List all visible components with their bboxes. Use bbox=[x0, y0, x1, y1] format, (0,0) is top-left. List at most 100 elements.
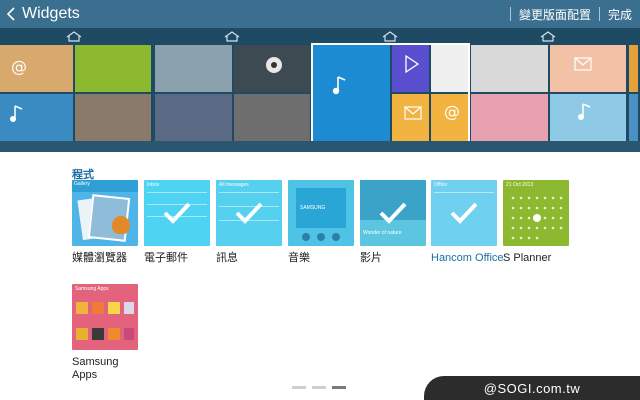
widget-video[interactable]: Wonder of nature 影片 bbox=[360, 180, 426, 265]
widget-label: Hancom Office bbox=[431, 252, 504, 264]
app-icon bbox=[108, 328, 120, 340]
mail-icon bbox=[573, 57, 592, 71]
page-indicator bbox=[292, 386, 346, 389]
widget-gallery[interactable]: Gallery 媒體瀏覽器 bbox=[72, 180, 138, 265]
widget-label: 電子郵件 bbox=[144, 252, 188, 264]
page-subrow: @ bbox=[391, 94, 468, 141]
widget-header: All messages bbox=[219, 182, 249, 188]
home-page-2[interactable] bbox=[155, 45, 310, 141]
page-dot[interactable] bbox=[292, 386, 306, 389]
divider bbox=[509, 7, 511, 21]
divider bbox=[147, 192, 207, 193]
widget-header: Gallery bbox=[74, 181, 90, 187]
widget-label: 影片 bbox=[360, 252, 382, 264]
widget-music[interactable]: SAMSUNG 音樂 bbox=[288, 180, 354, 265]
music-controls-icon bbox=[302, 233, 340, 241]
divider bbox=[219, 192, 279, 193]
divider bbox=[598, 7, 600, 21]
page-tile bbox=[233, 94, 310, 141]
widget-thumbnail: Wonder of nature bbox=[360, 180, 426, 246]
page-tile bbox=[471, 45, 548, 92]
widget-label: 媒體瀏覽器 bbox=[72, 252, 127, 264]
app-icon bbox=[124, 328, 134, 340]
page-tile bbox=[549, 45, 626, 92]
back-button[interactable] bbox=[2, 0, 20, 28]
page-tile bbox=[391, 94, 429, 141]
page-tile bbox=[391, 45, 429, 92]
home-icon[interactable] bbox=[540, 31, 556, 42]
page-dot[interactable] bbox=[312, 386, 326, 389]
email-icon: @ bbox=[444, 102, 460, 120]
strip-bottom-bar bbox=[0, 141, 640, 152]
svg-text:@: @ bbox=[11, 57, 27, 75]
widget-s-planner[interactable]: 21 Oct 2013 S Planner bbox=[503, 180, 569, 265]
page-tile bbox=[549, 94, 626, 141]
checkmark-icon bbox=[450, 202, 478, 224]
calendar-grid-icon bbox=[511, 196, 563, 240]
page-subgrid: @ bbox=[391, 45, 468, 141]
app-icon bbox=[76, 302, 88, 314]
widget-thumbnail: Samsung Apps bbox=[72, 284, 138, 350]
widget-header: Inbox bbox=[147, 182, 160, 188]
page-tile bbox=[0, 94, 73, 141]
svg-text:@: @ bbox=[444, 102, 460, 120]
home-page-1[interactable]: @ bbox=[0, 45, 151, 141]
music-icon bbox=[10, 105, 23, 122]
home-icon[interactable] bbox=[224, 31, 240, 42]
widget-label: 訊息 bbox=[216, 252, 238, 264]
app-icon bbox=[76, 328, 88, 340]
page-tile bbox=[74, 94, 151, 141]
page-tile bbox=[629, 45, 638, 92]
app-icon bbox=[92, 302, 104, 314]
action-bar: Widgets 變更版面配置 完成 bbox=[0, 0, 640, 28]
done-button[interactable]: 完成 bbox=[608, 6, 632, 23]
page-tile bbox=[155, 94, 232, 141]
widget-thumbnail: 21 Oct 2013 bbox=[503, 180, 569, 246]
mail-icon bbox=[403, 106, 422, 120]
page-tile bbox=[471, 94, 548, 141]
page-tile bbox=[313, 45, 390, 141]
home-icon[interactable] bbox=[66, 31, 82, 42]
page-tile: @ bbox=[0, 45, 73, 92]
home-icon[interactable] bbox=[382, 31, 398, 42]
app-icon bbox=[92, 328, 104, 340]
email-icon: @ bbox=[11, 57, 27, 75]
checkmark-icon bbox=[163, 202, 191, 224]
home-indicator-row bbox=[0, 28, 640, 45]
checkmark-icon bbox=[379, 202, 407, 224]
checkmark-icon bbox=[235, 202, 263, 224]
widget-label: 音樂 bbox=[288, 252, 310, 264]
ball-icon bbox=[265, 57, 282, 73]
widget-label: S Planner bbox=[503, 252, 552, 264]
page-tile bbox=[629, 94, 638, 141]
music-icon bbox=[577, 103, 590, 120]
widget-hancom-office[interactable]: Office Hancom Office bbox=[431, 180, 504, 265]
album-title: SAMSUNG bbox=[300, 205, 326, 211]
watermark: @SOGI.com.tw bbox=[424, 376, 640, 400]
app-icon bbox=[108, 302, 120, 314]
widget-samsung-apps[interactable]: Samsung Apps Samsung Apps bbox=[72, 284, 138, 382]
widget-email[interactable]: Inbox 電子郵件 bbox=[144, 180, 210, 265]
page-tile bbox=[233, 45, 310, 92]
music-icon bbox=[332, 76, 346, 95]
widget-thumbnail: Inbox bbox=[144, 180, 210, 246]
widget-header: 21 Oct 2013 bbox=[506, 182, 534, 188]
chevron-left-icon bbox=[6, 7, 15, 21]
play-icon bbox=[404, 55, 419, 73]
widget-thumbnail: Gallery bbox=[72, 180, 138, 246]
widget-header: Office bbox=[434, 182, 447, 188]
page-title: Widgets bbox=[22, 5, 80, 22]
page-tile: @ bbox=[430, 94, 468, 141]
widget-thumbnail: All messages bbox=[216, 180, 282, 246]
widget-messages[interactable]: All messages 訊息 bbox=[216, 180, 282, 265]
video-title: Wonder of nature bbox=[363, 230, 402, 236]
widget-header: Samsung Apps bbox=[75, 286, 109, 292]
change-layout-button[interactable]: 變更版面配置 bbox=[519, 6, 591, 23]
page-tile bbox=[430, 45, 468, 92]
widget-thumbnail: SAMSUNG bbox=[288, 180, 354, 246]
widget-label: Samsung Apps bbox=[72, 356, 119, 381]
home-page-5[interactable] bbox=[629, 45, 640, 141]
home-page-3[interactable]: @ bbox=[311, 43, 470, 143]
home-page-4[interactable] bbox=[471, 45, 626, 141]
page-dot-active[interactable] bbox=[332, 386, 346, 389]
